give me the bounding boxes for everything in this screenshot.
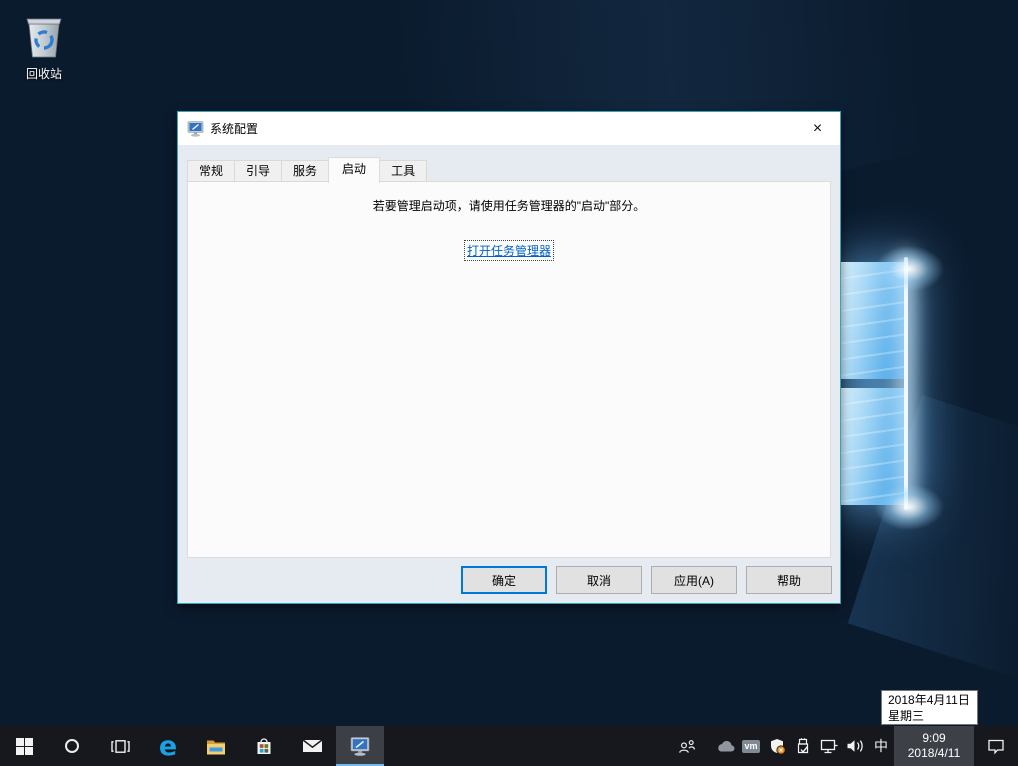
windows-logo-icon <box>16 738 33 755</box>
glow-highlight <box>874 246 944 292</box>
startup-tab-panel: 若要管理启动项，请使用任务管理器的"启动"部分。 打开任务管理器 <box>187 181 831 558</box>
taskbar: e <box>0 726 1018 766</box>
task-view-button[interactable] <box>96 726 144 766</box>
vmware-button[interactable]: vm <box>738 726 764 766</box>
cancel-button[interactable]: 取消 <box>556 566 642 594</box>
file-explorer-button[interactable] <box>192 726 240 766</box>
people-button[interactable] <box>672 726 702 766</box>
msconfig-icon <box>187 121 204 137</box>
volume-icon <box>846 739 865 753</box>
onedrive-button[interactable] <box>712 726 738 766</box>
edge-icon: e <box>159 733 177 760</box>
tab-strip: 常规 引导 服务 启动 工具 <box>187 156 426 182</box>
tab-general[interactable]: 常规 <box>187 160 235 182</box>
dialog-buttons: 确定 取消 应用(A) 帮助 <box>461 566 832 594</box>
search-button[interactable] <box>48 726 96 766</box>
taskbar-clock[interactable]: 9:09 2018/4/11 <box>894 726 974 766</box>
clock-time: 9:09 <box>922 731 945 746</box>
system-configuration-dialog: 系统配置 × 常规 引导 服务 启动 工具 若要管理启动项，请使用任务管理器的"… <box>177 111 841 604</box>
tab-boot[interactable]: 引导 <box>234 160 282 182</box>
startup-message: 若要管理启动项，请使用任务管理器的"启动"部分。 <box>188 197 830 214</box>
usb-device-button[interactable] <box>790 726 816 766</box>
tooltip-weekday: 星期三 <box>888 708 971 724</box>
open-task-manager-link[interactable]: 打开任务管理器 <box>465 241 553 260</box>
close-button[interactable]: × <box>795 112 840 145</box>
recycle-bin[interactable]: 回收站 <box>6 12 82 82</box>
apply-button[interactable]: 应用(A) <box>651 566 737 594</box>
start-button[interactable] <box>0 726 48 766</box>
ime-indicator[interactable]: 中 <box>868 726 894 766</box>
help-button[interactable]: 帮助 <box>746 566 832 594</box>
people-icon <box>678 739 696 754</box>
clock-date: 2018/4/11 <box>908 746 961 761</box>
recycle-bin-label: 回收站 <box>6 65 82 82</box>
defender-shield-alert-icon <box>769 738 786 755</box>
dialog-title: 系统配置 <box>210 120 258 137</box>
msconfig-taskbar-button[interactable] <box>336 726 384 766</box>
defender-button[interactable] <box>764 726 790 766</box>
tab-services[interactable]: 服务 <box>281 160 329 182</box>
windows-logo-glow <box>838 262 906 505</box>
date-tooltip: 2018年4月11日 星期三 <box>881 690 978 725</box>
onedrive-cloud-icon <box>716 740 735 752</box>
close-icon: × <box>813 120 822 138</box>
dialog-titlebar[interactable]: 系统配置 × <box>178 112 840 145</box>
volume-button[interactable] <box>842 726 868 766</box>
file-explorer-icon <box>206 738 226 755</box>
store-icon <box>255 737 273 756</box>
task-view-icon <box>111 739 130 754</box>
tab-tools[interactable]: 工具 <box>379 160 427 182</box>
network-icon <box>820 739 838 754</box>
usb-icon <box>795 738 811 755</box>
action-center-button[interactable] <box>974 726 1018 766</box>
system-tray: vm <box>672 726 1018 766</box>
mail-icon <box>302 739 323 753</box>
search-icon <box>65 739 79 753</box>
link-row: 打开任务管理器 <box>188 241 830 260</box>
recycle-bin-icon <box>21 12 67 60</box>
ok-button[interactable]: 确定 <box>461 566 547 594</box>
edge-button[interactable]: e <box>144 726 192 766</box>
vmware-icon: vm <box>742 740 760 753</box>
desktop: 回收站 系统配置 × 常规 引导 服务 启动 工具 若要管理启动项，请使用任务管 <box>0 0 1018 766</box>
tooltip-date: 2018年4月11日 <box>888 692 971 708</box>
mail-button[interactable] <box>288 726 336 766</box>
network-button[interactable] <box>816 726 842 766</box>
tab-startup[interactable]: 启动 <box>328 157 380 183</box>
msconfig-icon <box>349 737 371 756</box>
action-center-icon <box>987 738 1005 755</box>
glow-highlight <box>874 484 944 530</box>
ime-label: 中 <box>874 736 888 756</box>
store-button[interactable] <box>240 726 288 766</box>
